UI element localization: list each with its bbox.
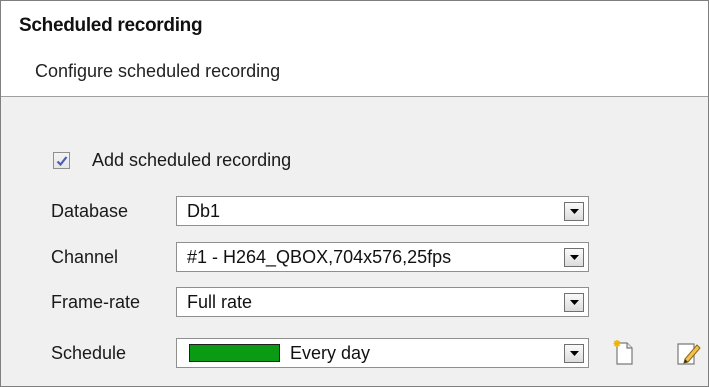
database-dropdown-button[interactable]	[564, 202, 584, 221]
chevron-down-icon	[570, 351, 579, 356]
new-document-icon	[613, 340, 633, 365]
framerate-select[interactable]: Full rate	[176, 287, 589, 317]
database-value: Db1	[187, 201, 221, 221]
database-select[interactable]: Db1	[176, 196, 589, 226]
chevron-down-icon	[570, 300, 579, 305]
edit-schedule-button[interactable]	[675, 339, 701, 367]
channel-dropdown-button[interactable]	[564, 248, 584, 267]
checkmark-icon	[56, 155, 68, 166]
schedule-label: Schedule	[51, 343, 127, 363]
add-scheduled-recording-checkbox-row[interactable]: Add scheduled recording	[53, 147, 291, 173]
channel-value: #1 - H264_QBOX,704x576,25fps	[187, 247, 452, 267]
channel-select[interactable]: #1 - H264_QBOX,704x576,25fps	[176, 242, 589, 272]
edit-pencil-icon	[677, 343, 701, 365]
panel-header: Scheduled recording Configure scheduled …	[1, 1, 708, 97]
new-schedule-button[interactable]	[611, 339, 637, 367]
framerate-value: Full rate	[187, 292, 253, 312]
page-subtitle: Configure scheduled recording	[35, 61, 281, 81]
scheduled-recording-panel: Scheduled recording Configure scheduled …	[0, 0, 709, 387]
framerate-label: Frame-rate	[51, 292, 141, 312]
framerate-dropdown-button[interactable]	[564, 293, 584, 312]
schedule-select[interactable]: Every day	[176, 338, 589, 368]
database-label: Database	[51, 201, 129, 221]
channel-label: Channel	[51, 247, 119, 267]
add-scheduled-recording-label: Add scheduled recording	[92, 149, 292, 170]
page-title: Scheduled recording	[19, 15, 203, 36]
schedule-dropdown-button[interactable]	[564, 344, 584, 363]
add-scheduled-recording-checkbox[interactable]	[53, 151, 70, 169]
chevron-down-icon	[570, 209, 579, 214]
schedule-value: Every day	[290, 343, 371, 363]
chevron-down-icon	[570, 255, 579, 260]
schedule-color-swatch	[189, 344, 280, 362]
